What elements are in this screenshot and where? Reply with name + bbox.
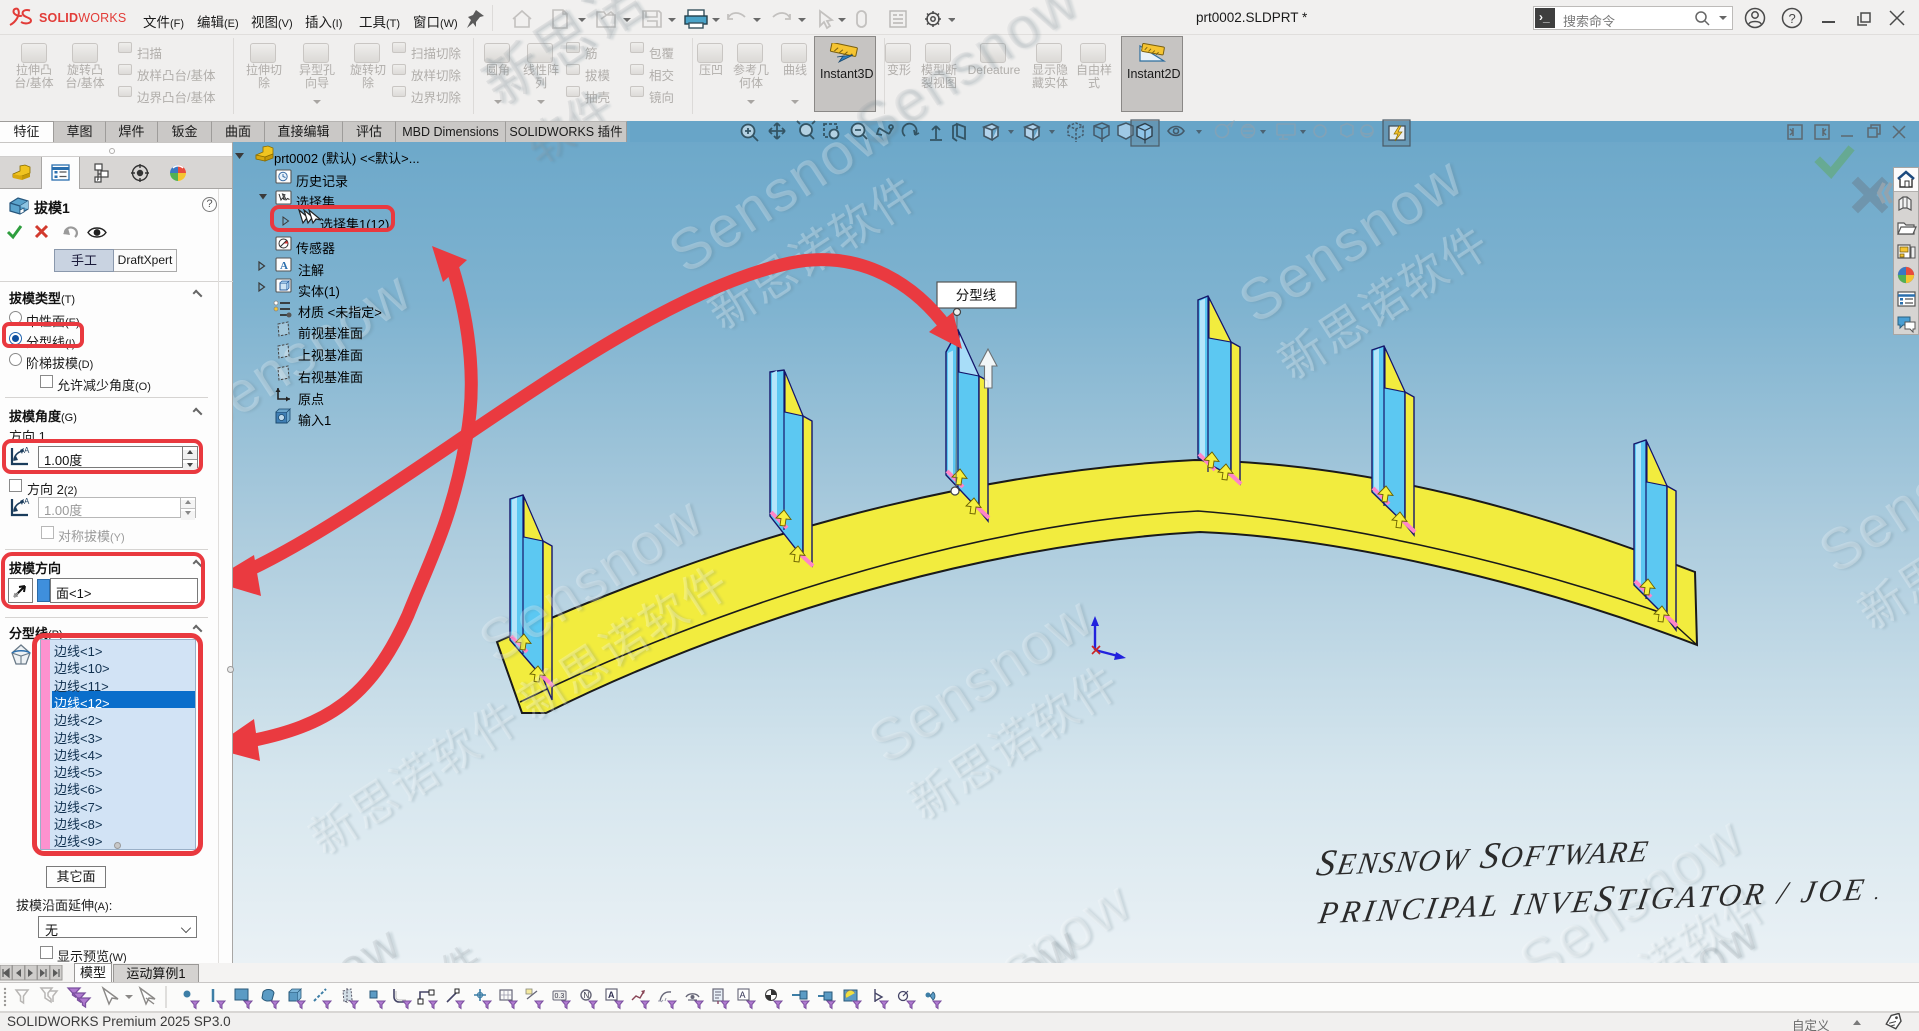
svg-text:A: A [280,260,288,272]
svg-text:?: ? [1789,11,1796,26]
svg-text:A: A [740,990,746,1000]
svg-text:N: N [584,991,590,1000]
svg-text:SOLIDWORKS: SOLIDWORKS [39,11,126,25]
svg-text:0.3: 0.3 [555,993,565,1000]
svg-text:分型线: 分型线 [956,288,997,303]
svg-text:A: A [608,990,615,1000]
svg-text:A: A [24,497,30,506]
